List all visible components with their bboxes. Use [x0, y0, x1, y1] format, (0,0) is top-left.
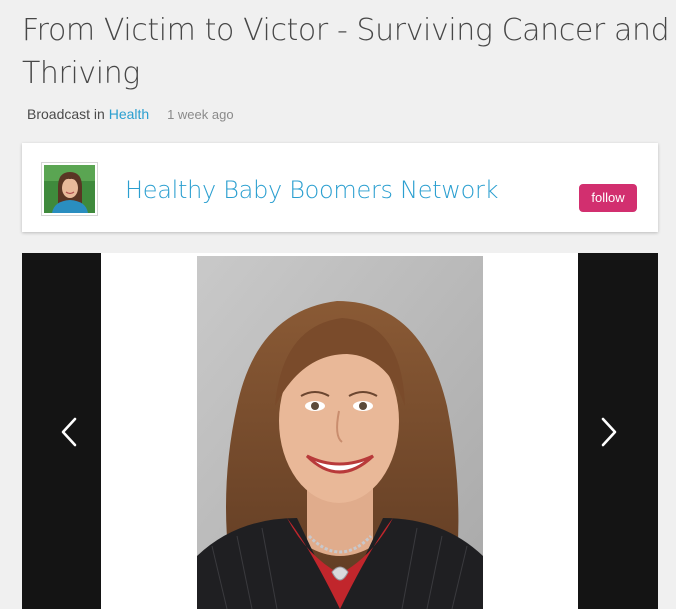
broadcast-prefix: Broadcast in: [27, 106, 105, 122]
previous-button[interactable]: [22, 253, 101, 609]
chevron-right-icon: [601, 417, 617, 447]
media-viewer: [22, 253, 658, 609]
portrait-image: [197, 256, 483, 609]
chevron-left-icon: [61, 417, 77, 447]
avatar-image: [44, 165, 95, 213]
time-ago: 1 week ago: [167, 107, 234, 122]
channel-card: Healthy Baby Boomers Network follow: [22, 143, 658, 232]
channel-name-link[interactable]: Healthy Baby Boomers Network: [125, 175, 498, 205]
follow-button[interactable]: follow: [579, 184, 637, 212]
next-button[interactable]: [578, 253, 658, 609]
channel-avatar[interactable]: [41, 162, 98, 216]
page-title: From Victim to Victor - Surviving Cancer…: [22, 13, 670, 91]
category-link[interactable]: Health: [109, 106, 149, 122]
broadcast-meta: Broadcast in Health 1 week ago: [27, 105, 234, 124]
featured-photo: [197, 256, 483, 609]
